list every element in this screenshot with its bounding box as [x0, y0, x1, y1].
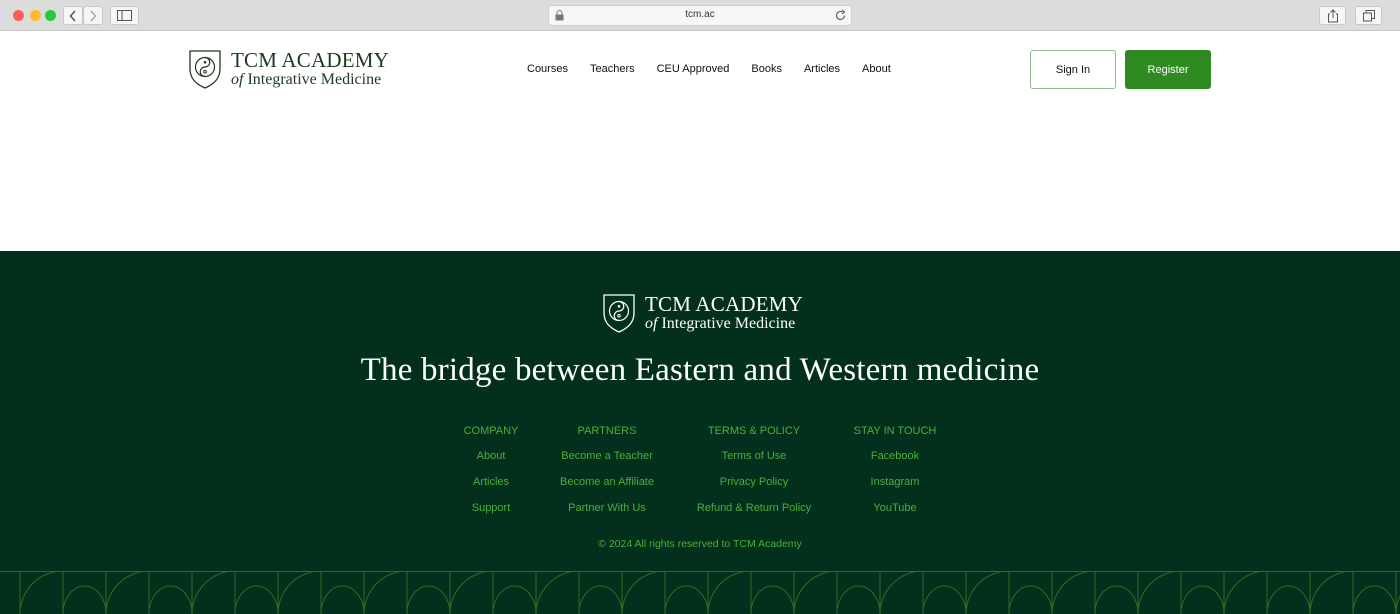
footer-link-articles[interactable]: Articles — [431, 476, 551, 488]
footer-link-refund-policy[interactable]: Refund & Return Policy — [684, 502, 824, 514]
footer-link-become-affiliate[interactable]: Become an Affiliate — [547, 476, 667, 488]
footer-logo[interactable]: TCM ACADEMY of Integrative Medicine — [602, 293, 803, 333]
footer-link-youtube[interactable]: YouTube — [835, 502, 955, 514]
site-logo[interactable]: TCM ACADEMY of Integrative Medicine — [188, 49, 389, 89]
forward-button[interactable] — [83, 6, 103, 25]
site-footer: TCM ACADEMY of Integrative Medicine The … — [0, 251, 1400, 614]
nav-courses[interactable]: Courses — [527, 63, 568, 75]
yin-yang-shield-icon — [603, 294, 635, 333]
minimize-window-button[interactable] — [30, 10, 41, 21]
nav-books[interactable]: Books — [751, 63, 782, 75]
logo-title: TCM ACADEMY — [231, 48, 389, 72]
footer-tagline: The bridge between Eastern and Western m… — [360, 352, 1040, 388]
sign-in-button[interactable]: Sign In — [1030, 50, 1116, 89]
footer-link-about[interactable]: About — [431, 450, 551, 462]
footer-column-company: COMPANY About Articles Support — [431, 425, 551, 528]
chevron-right-icon — [90, 9, 97, 22]
register-button[interactable]: Register — [1125, 50, 1211, 89]
yin-yang-shield-icon — [189, 50, 221, 89]
footer-copyright: © 2024 All rights reserved to TCM Academ… — [598, 538, 802, 550]
footer-logo-subtitle-prefix: of — [645, 315, 658, 332]
nav-about[interactable]: About — [862, 63, 891, 75]
nav-teachers[interactable]: Teachers — [590, 63, 635, 75]
sidebar-toggle-button[interactable] — [110, 6, 139, 25]
footer-link-support[interactable]: Support — [431, 502, 551, 514]
footer-link-become-teacher[interactable]: Become a Teacher — [547, 450, 667, 462]
zoom-window-button[interactable] — [45, 10, 56, 21]
footer-link-partner-with-us[interactable]: Partner With Us — [547, 502, 667, 514]
footer-logo-subtitle: Integrative Medicine — [657, 315, 796, 332]
footer-column-heading: PARTNERS — [577, 425, 637, 437]
footer-column-stay-in-touch: STAY IN TOUCH Facebook Instagram YouTube — [835, 425, 955, 528]
back-button[interactable] — [63, 6, 83, 25]
share-icon — [1327, 8, 1338, 22]
site-header: TCM ACADEMY of Integrative Medicine Cour… — [0, 32, 1400, 108]
footer-logo-title: TCM ACADEMY — [645, 292, 803, 316]
nav-articles[interactable]: Articles — [804, 63, 840, 75]
footer-decorative-pattern — [0, 571, 1400, 614]
tabs-icon — [1362, 9, 1375, 21]
tabs-overview-button[interactable] — [1355, 6, 1382, 25]
footer-column-heading: COMPANY — [463, 425, 519, 437]
footer-link-terms-of-use[interactable]: Terms of Use — [684, 450, 824, 462]
chevron-left-icon — [69, 9, 76, 22]
address-url: tcm.ac — [685, 9, 715, 20]
logo-subtitle-prefix: of — [231, 71, 244, 88]
footer-column-terms: TERMS & POLICY Terms of Use Privacy Poli… — [684, 425, 824, 528]
main-nav: Courses Teachers CEU Approved Books Arti… — [527, 63, 913, 75]
footer-column-heading: TERMS & POLICY — [707, 425, 801, 437]
logo-subtitle: Integrative Medicine — [243, 71, 382, 88]
nav-ceu-approved[interactable]: CEU Approved — [657, 63, 730, 75]
footer-link-instagram[interactable]: Instagram — [835, 476, 955, 488]
sidebar-icon — [117, 10, 132, 21]
footer-link-privacy-policy[interactable]: Privacy Policy — [684, 476, 824, 488]
close-window-button[interactable] — [13, 10, 24, 21]
footer-column-heading: STAY IN TOUCH — [853, 425, 937, 437]
share-button[interactable] — [1319, 6, 1346, 25]
reload-icon[interactable] — [834, 9, 847, 22]
browser-toolbar: tcm.ac — [0, 0, 1400, 31]
footer-link-facebook[interactable]: Facebook — [835, 450, 955, 462]
footer-column-partners: PARTNERS Become a Teacher Become an Affi… — [547, 425, 667, 528]
address-bar[interactable]: tcm.ac — [548, 5, 852, 26]
